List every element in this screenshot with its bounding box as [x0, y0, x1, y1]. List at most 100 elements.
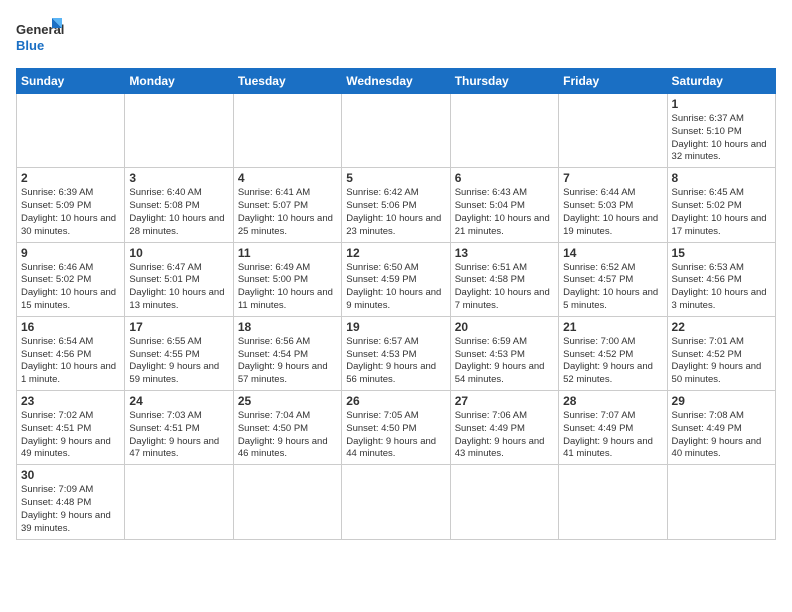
day-number: 9 — [21, 246, 120, 260]
weekday-header-tuesday: Tuesday — [233, 69, 341, 94]
calendar-cell: 6Sunrise: 6:43 AM Sunset: 5:04 PM Daylig… — [450, 168, 558, 242]
week-row-2: 9 Sunrise: 6:46 AM Sunset: 5:02 PM Daylig… — [17, 242, 776, 316]
calendar-cell — [17, 94, 125, 168]
day-info: Sunrise: 6:49 AM Sunset: 5:00 PM Dayligh… — [238, 262, 337, 313]
day-info: Sunrise: 7:09 AM Sunset: 4:48 PM Dayligh… — [21, 484, 120, 535]
calendar-cell — [559, 94, 667, 168]
day-info: Sunrise: 6:52 AM Sunset: 4:57 PM Dayligh… — [563, 262, 662, 313]
calendar: SundayMondayTuesdayWednesdayThursdayFrid… — [16, 68, 776, 540]
day-info: Sunrise: 6:45 AM Sunset: 5:02 PM Dayligh… — [672, 187, 771, 238]
day-info: Sunrise: 7:05 AM Sunset: 4:50 PM Dayligh… — [346, 410, 445, 461]
day-number: 2 — [21, 171, 120, 185]
calendar-cell: 14 Sunrise: 6:52 AM Sunset: 4:57 PM Dayli… — [559, 242, 667, 316]
week-row-1: 2 Sunrise: 6:39 AM Sunset: 5:09 PM Daylig… — [17, 168, 776, 242]
logo-svg: General Blue — [16, 16, 66, 58]
day-number: 17 — [129, 320, 228, 334]
day-number: 21 — [563, 320, 662, 334]
day-info: Sunrise: 6:56 AM Sunset: 4:54 PM Dayligh… — [238, 336, 337, 387]
day-number: 25 — [238, 394, 337, 408]
day-info: Sunrise: 7:08 AM Sunset: 4:49 PM Dayligh… — [672, 410, 771, 461]
day-info: Sunrise: 7:00 AM Sunset: 4:52 PM Dayligh… — [563, 336, 662, 387]
day-info: Sunrise: 6:39 AM Sunset: 5:09 PM Dayligh… — [21, 187, 120, 238]
day-info: Sunrise: 7:04 AM Sunset: 4:50 PM Dayligh… — [238, 410, 337, 461]
calendar-cell: 13Sunrise: 6:51 AM Sunset: 4:58 PM Dayli… — [450, 242, 558, 316]
weekday-header-monday: Monday — [125, 69, 233, 94]
day-info: Sunrise: 6:51 AM Sunset: 4:58 PM Dayligh… — [455, 262, 554, 313]
day-info: Sunrise: 7:01 AM Sunset: 4:52 PM Dayligh… — [672, 336, 771, 387]
calendar-cell — [450, 94, 558, 168]
weekday-header-friday: Friday — [559, 69, 667, 94]
calendar-cell: 26 Sunrise: 7:05 AM Sunset: 4:50 PM Dayli… — [342, 391, 450, 465]
calendar-cell: 17 Sunrise: 6:55 AM Sunset: 4:55 PM Dayli… — [125, 316, 233, 390]
day-number: 8 — [672, 171, 771, 185]
calendar-cell — [450, 465, 558, 539]
day-info: Sunrise: 6:43 AM Sunset: 5:04 PM Dayligh… — [455, 187, 554, 238]
weekday-header-thursday: Thursday — [450, 69, 558, 94]
calendar-cell: 2 Sunrise: 6:39 AM Sunset: 5:09 PM Daylig… — [17, 168, 125, 242]
calendar-cell: 9 Sunrise: 6:46 AM Sunset: 5:02 PM Daylig… — [17, 242, 125, 316]
day-number: 10 — [129, 246, 228, 260]
day-info: Sunrise: 6:46 AM Sunset: 5:02 PM Dayligh… — [21, 262, 120, 313]
day-number: 4 — [238, 171, 337, 185]
calendar-cell: 23Sunrise: 7:02 AM Sunset: 4:51 PM Dayli… — [17, 391, 125, 465]
day-info: Sunrise: 6:37 AM Sunset: 5:10 PM Dayligh… — [672, 113, 771, 164]
calendar-cell: 1 Sunrise: 6:37 AM Sunset: 5:10 PM Daylig… — [667, 94, 775, 168]
calendar-cell — [559, 465, 667, 539]
day-info: Sunrise: 6:55 AM Sunset: 4:55 PM Dayligh… — [129, 336, 228, 387]
calendar-cell: 18 Sunrise: 6:56 AM Sunset: 4:54 PM Dayli… — [233, 316, 341, 390]
day-number: 14 — [563, 246, 662, 260]
logo: General Blue — [16, 16, 66, 58]
calendar-cell: 24 Sunrise: 7:03 AM Sunset: 4:51 PM Dayli… — [125, 391, 233, 465]
day-number: 26 — [346, 394, 445, 408]
calendar-cell: 10Sunrise: 6:47 AM Sunset: 5:01 PM Dayli… — [125, 242, 233, 316]
weekday-header-wednesday: Wednesday — [342, 69, 450, 94]
svg-text:Blue: Blue — [16, 38, 44, 53]
day-number: 20 — [455, 320, 554, 334]
day-number: 1 — [672, 97, 771, 111]
weekday-header-sunday: Sunday — [17, 69, 125, 94]
week-row-3: 16Sunrise: 6:54 AM Sunset: 4:56 PM Dayli… — [17, 316, 776, 390]
day-number: 16 — [21, 320, 120, 334]
day-number: 24 — [129, 394, 228, 408]
calendar-cell: 15 Sunrise: 6:53 AM Sunset: 4:56 PM Dayli… — [667, 242, 775, 316]
day-info: Sunrise: 6:50 AM Sunset: 4:59 PM Dayligh… — [346, 262, 445, 313]
day-info: Sunrise: 7:07 AM Sunset: 4:49 PM Dayligh… — [563, 410, 662, 461]
calendar-cell: 30Sunrise: 7:09 AM Sunset: 4:48 PM Dayli… — [17, 465, 125, 539]
day-info: Sunrise: 7:03 AM Sunset: 4:51 PM Dayligh… — [129, 410, 228, 461]
day-number: 15 — [672, 246, 771, 260]
day-number: 11 — [238, 246, 337, 260]
calendar-cell: 21 Sunrise: 7:00 AM Sunset: 4:52 PM Dayli… — [559, 316, 667, 390]
day-info: Sunrise: 6:44 AM Sunset: 5:03 PM Dayligh… — [563, 187, 662, 238]
day-info: Sunrise: 7:02 AM Sunset: 4:51 PM Dayligh… — [21, 410, 120, 461]
calendar-cell — [667, 465, 775, 539]
day-number: 22 — [672, 320, 771, 334]
day-info: Sunrise: 6:40 AM Sunset: 5:08 PM Dayligh… — [129, 187, 228, 238]
calendar-cell — [342, 465, 450, 539]
calendar-cell: 3 Sunrise: 6:40 AM Sunset: 5:08 PM Daylig… — [125, 168, 233, 242]
calendar-cell: 22 Sunrise: 7:01 AM Sunset: 4:52 PM Dayli… — [667, 316, 775, 390]
week-row-0: 1 Sunrise: 6:37 AM Sunset: 5:10 PM Daylig… — [17, 94, 776, 168]
weekday-header-saturday: Saturday — [667, 69, 775, 94]
calendar-cell: 5Sunrise: 6:42 AM Sunset: 5:06 PM Daylig… — [342, 168, 450, 242]
day-info: Sunrise: 6:42 AM Sunset: 5:06 PM Dayligh… — [346, 187, 445, 238]
calendar-cell: 25 Sunrise: 7:04 AM Sunset: 4:50 PM Dayli… — [233, 391, 341, 465]
calendar-cell: 19Sunrise: 6:57 AM Sunset: 4:53 PM Dayli… — [342, 316, 450, 390]
day-info: Sunrise: 6:53 AM Sunset: 4:56 PM Dayligh… — [672, 262, 771, 313]
day-info: Sunrise: 6:57 AM Sunset: 4:53 PM Dayligh… — [346, 336, 445, 387]
calendar-cell — [125, 94, 233, 168]
day-number: 3 — [129, 171, 228, 185]
calendar-cell: 29Sunrise: 7:08 AM Sunset: 4:49 PM Dayli… — [667, 391, 775, 465]
calendar-cell — [342, 94, 450, 168]
weekday-header-row: SundayMondayTuesdayWednesdayThursdayFrid… — [17, 69, 776, 94]
calendar-cell: 11 Sunrise: 6:49 AM Sunset: 5:00 PM Dayli… — [233, 242, 341, 316]
day-number: 12 — [346, 246, 445, 260]
day-number: 27 — [455, 394, 554, 408]
calendar-cell — [233, 465, 341, 539]
week-row-5: 30Sunrise: 7:09 AM Sunset: 4:48 PM Dayli… — [17, 465, 776, 539]
header: General Blue — [16, 16, 776, 58]
calendar-cell: 27 Sunrise: 7:06 AM Sunset: 4:49 PM Dayli… — [450, 391, 558, 465]
calendar-cell: 12 Sunrise: 6:50 AM Sunset: 4:59 PM Dayli… — [342, 242, 450, 316]
calendar-cell — [233, 94, 341, 168]
day-info: Sunrise: 7:06 AM Sunset: 4:49 PM Dayligh… — [455, 410, 554, 461]
day-number: 18 — [238, 320, 337, 334]
